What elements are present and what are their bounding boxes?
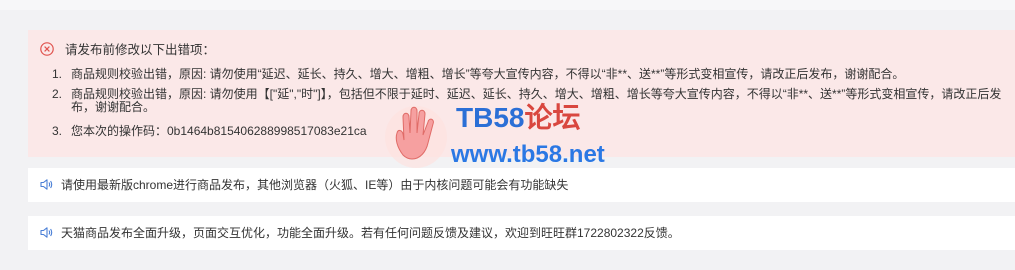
error-item-number: 2.	[52, 87, 63, 101]
notice-bar-upgrade: 天猫商品发布全面升级，页面交互优化，功能全面升级。若有任何问题反馈及建议，欢迎到…	[28, 216, 1015, 250]
error-item-text: 商品规则校验出错，原因: 请勿使用“延迟、延长、持久、增大、增粗、增长”等夸大宣…	[71, 67, 905, 81]
notice-text: 天猫商品发布全面升级，页面交互优化，功能全面升级。若有任何问题反馈及建议，欢迎到…	[61, 226, 680, 240]
notice-text: 请使用最新版chrome进行商品发布，其他浏览器（火狐、IE等）由于内核问题可能…	[61, 178, 569, 192]
error-circle-icon	[40, 42, 54, 56]
watermark: TB58论坛 www.tb58.net	[383, 95, 643, 175]
error-title: 请发布前修改以下出错项：	[65, 43, 216, 57]
error-item: 1. 商品规则校验出错，原因: 请勿使用“延迟、延长、持久、增大、增粗、增长”等…	[28, 68, 1015, 88]
watermark-title-b: 论坛	[524, 102, 581, 133]
hand-logo-icon	[385, 106, 447, 168]
watermark-title-a: TB58	[456, 102, 525, 133]
watermark-title: TB58论坛	[456, 103, 580, 133]
error-item-number: 3.	[52, 124, 63, 138]
top-bar	[0, 0, 1015, 10]
speaker-icon	[40, 179, 53, 190]
error-item-number: 1.	[52, 67, 63, 81]
watermark-url: www.tb58.net	[451, 141, 605, 168]
speaker-icon	[40, 227, 53, 238]
